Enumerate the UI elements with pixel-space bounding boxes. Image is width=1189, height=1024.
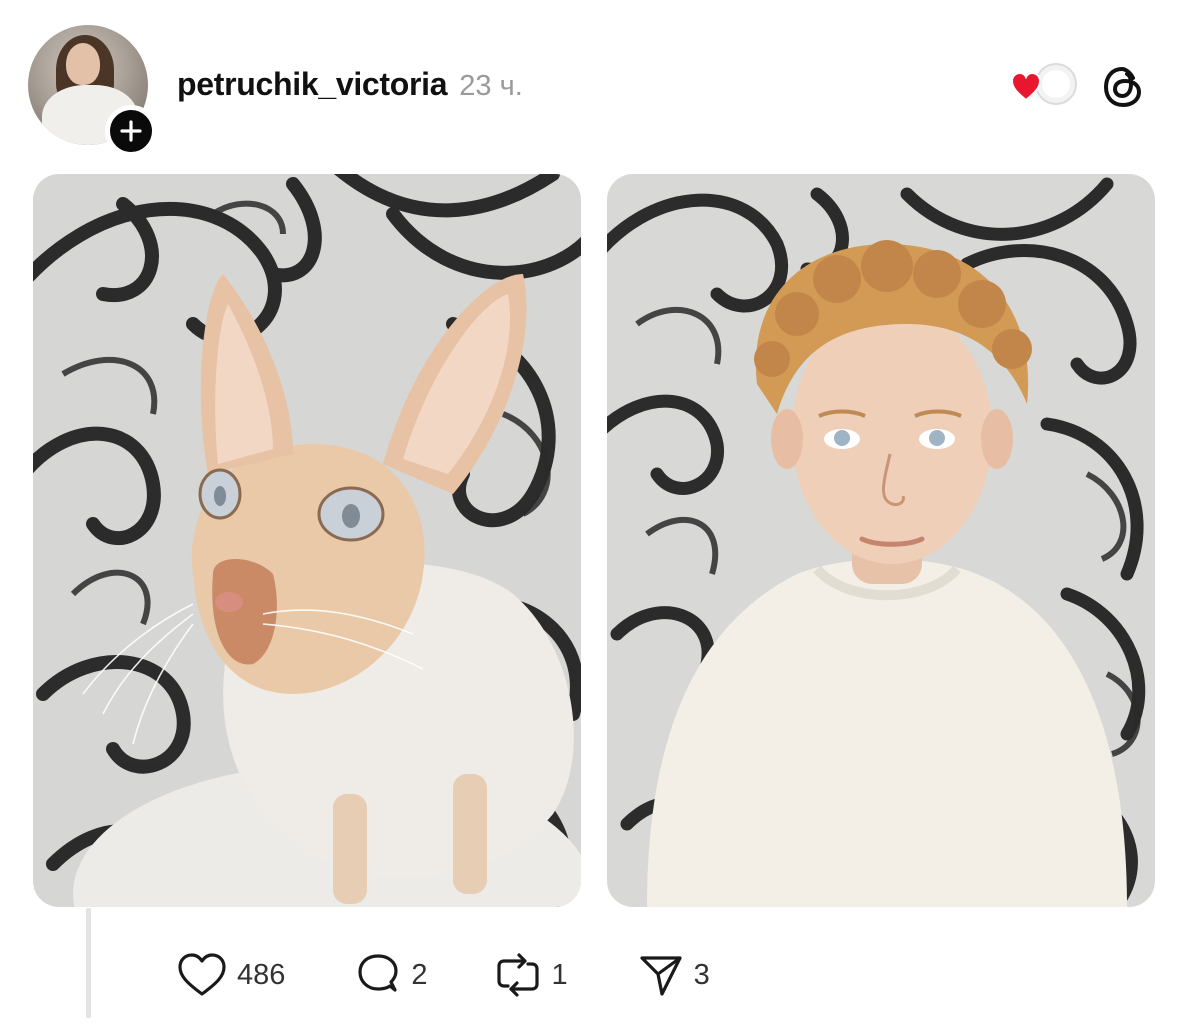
like-button[interactable]: 486 xyxy=(177,952,285,998)
post-actions-bar: 486 2 1 3 xyxy=(177,946,710,1004)
repost-button[interactable]: 1 xyxy=(494,952,568,998)
comment-bubble-icon xyxy=(358,954,398,992)
reply-count: 2 xyxy=(411,958,428,991)
heart-icon xyxy=(178,953,226,996)
avatar-face xyxy=(66,43,100,85)
thread-connector-line xyxy=(86,908,91,1018)
share-count: 3 xyxy=(693,958,710,991)
post-photo-man[interactable] xyxy=(607,174,1155,907)
plus-icon xyxy=(120,120,142,142)
man-photo xyxy=(607,174,1155,907)
reply-button[interactable]: 2 xyxy=(355,952,428,998)
thread-post: petruchik_victoria 23 ч. 486 2 1 3 xyxy=(0,0,1189,1024)
like-count: 486 xyxy=(237,958,286,991)
send-icon xyxy=(640,956,682,996)
post-header: petruchik_victoria 23 ч. xyxy=(177,66,523,103)
heart-reaction-icon[interactable] xyxy=(1010,62,1078,110)
share-button[interactable]: 3 xyxy=(638,952,710,998)
follow-button[interactable] xyxy=(105,105,157,157)
post-timestamp: 23 ч. xyxy=(459,70,523,102)
post-photo-cat[interactable] xyxy=(33,174,581,907)
author-avatar-container xyxy=(28,25,157,157)
repost-icon xyxy=(496,953,539,997)
username-link[interactable]: petruchik_victoria xyxy=(177,66,448,103)
cat-photo xyxy=(33,174,581,907)
threads-logo-icon[interactable] xyxy=(1100,64,1146,110)
repost-count: 1 xyxy=(551,958,568,991)
